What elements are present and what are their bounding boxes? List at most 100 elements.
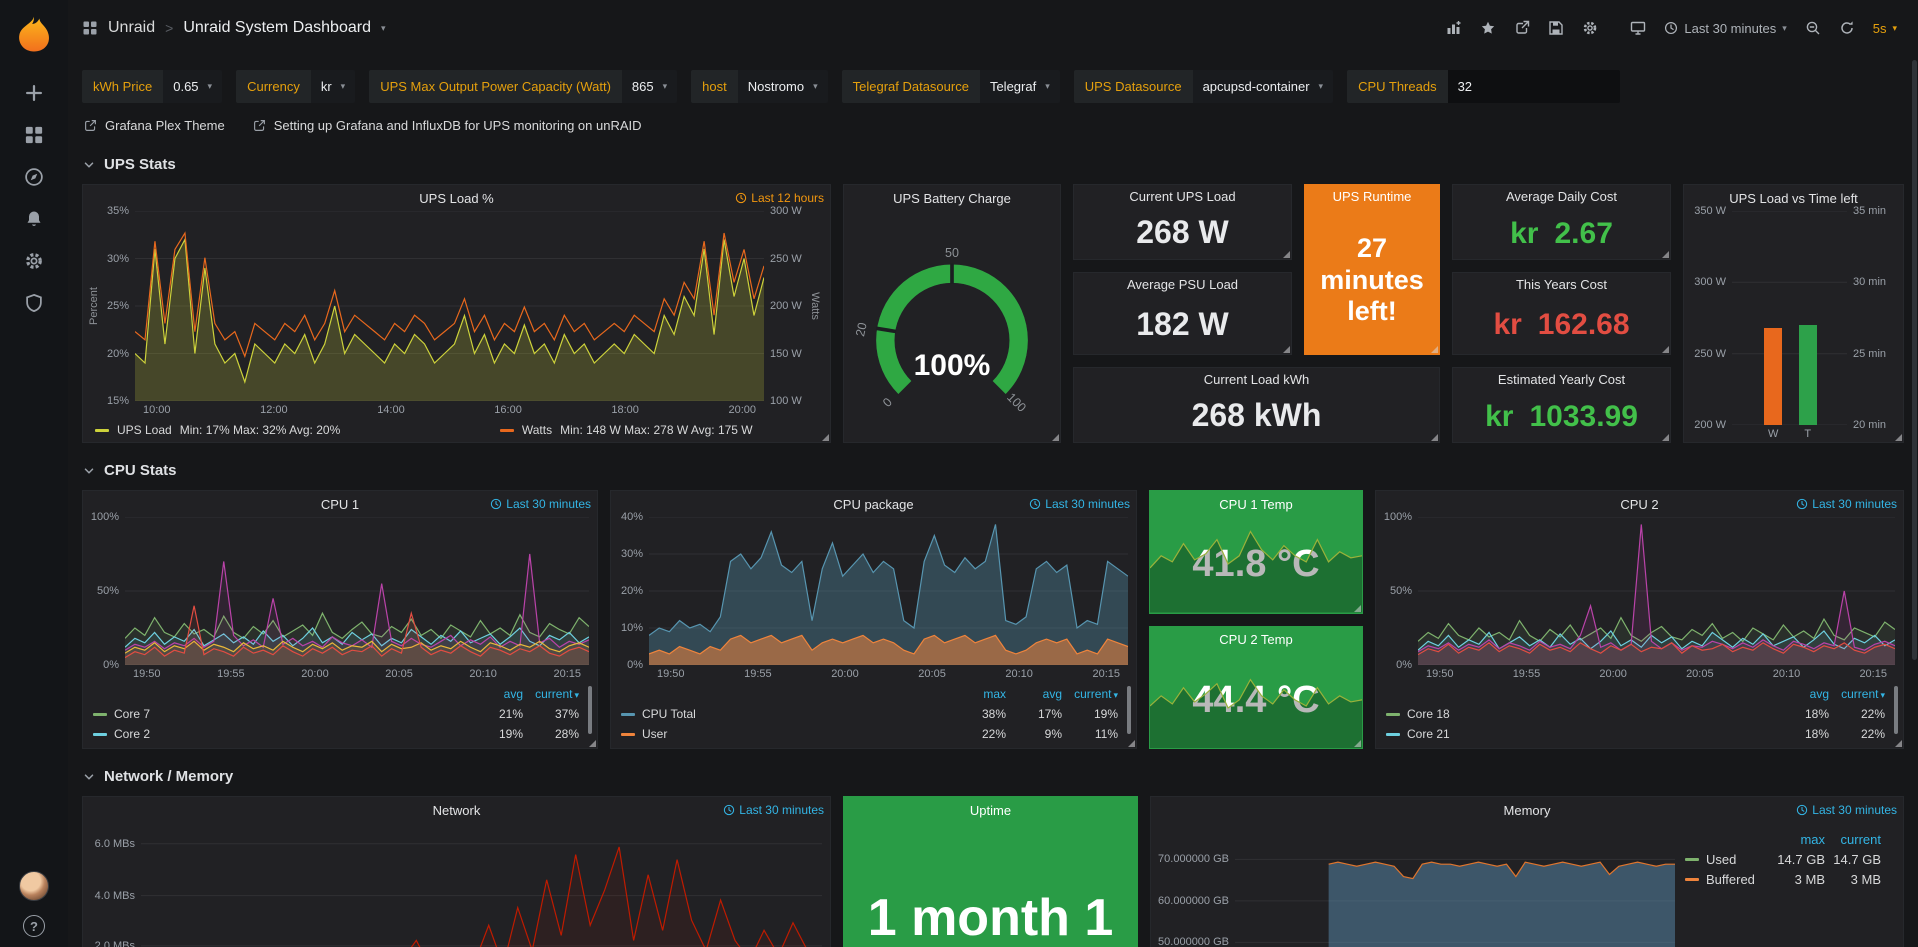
external-link-icon (84, 119, 97, 132)
sidebar-item-configuration[interactable] (8, 240, 60, 282)
sidebar-item-explore[interactable] (8, 156, 60, 198)
star-icon (1480, 20, 1496, 36)
network-memory-row: Network Last 30 minutes 6.0 MBs 4.0 MBs … (82, 796, 1904, 947)
cpu-threads-input[interactable] (1448, 70, 1620, 103)
svg-text:100: 100 (1004, 390, 1029, 411)
row-toggle-ups-stats[interactable]: UPS Stats (82, 151, 1904, 178)
dashboard-link-ups-guide[interactable]: Setting up Grafana and InfluxDB for UPS … (253, 118, 642, 133)
refresh-interval-picker[interactable]: 5s ▾ (1866, 13, 1904, 43)
dashboard-link-plex-theme[interactable]: Grafana Plex Theme (84, 118, 225, 133)
compass-icon (24, 167, 44, 187)
mark-favorite-button[interactable] (1473, 13, 1503, 43)
caret-down-icon: ▾ (1782, 24, 1787, 33)
panel-average-daily-cost: Average Daily Cost kr2.67 (1452, 184, 1671, 260)
legend-scrollbar[interactable] (588, 686, 592, 734)
panel-title[interactable]: Memory (1504, 803, 1551, 818)
add-panel-button[interactable] (1439, 13, 1469, 43)
variable-value-dropdown[interactable]: kr▾ (311, 70, 355, 103)
caret-down-icon[interactable]: ▾ (381, 24, 386, 33)
clock-icon (723, 804, 735, 816)
panel-title[interactable]: Average PSU Load (1127, 277, 1238, 292)
variable-value-dropdown[interactable]: 0.65▾ (163, 70, 222, 103)
legend-scrollbar[interactable] (1894, 686, 1898, 734)
help-icon[interactable]: ? (23, 915, 45, 937)
cpu-package-plot[interactable] (649, 517, 1128, 665)
legend-sort-current[interactable]: current▾ (1829, 687, 1885, 701)
save-icon (1548, 20, 1564, 36)
ups-bars-plot[interactable] (1732, 211, 1847, 425)
variable-label: Currency (236, 70, 311, 103)
network-plot[interactable] (141, 823, 822, 947)
panel-title[interactable]: UPS Load % (419, 191, 493, 206)
legend-sort-current[interactable]: current▾ (523, 687, 579, 701)
panel-title[interactable]: CPU 2 (1620, 497, 1658, 512)
stat-value: kr1033.99 (1453, 390, 1670, 442)
sidebar-item-create[interactable] (8, 72, 60, 114)
panel-title[interactable]: CPU package (833, 497, 913, 512)
panel-ups-load-vs-time-left: UPS Load vs Time left 350 W300 W250 W200… (1683, 184, 1904, 443)
sidebar-item-server-admin[interactable] (8, 282, 60, 324)
clock-icon (1664, 21, 1678, 35)
breadcrumb-dashboard-title[interactable]: Unraid System Dashboard (183, 19, 371, 37)
time-range-picker[interactable]: Last 30 minutes ▾ (1657, 13, 1793, 43)
row-toggle-network-memory[interactable]: Network / Memory (82, 763, 1904, 790)
legend-sort-max[interactable]: max (1769, 832, 1825, 847)
bar-time-left[interactable] (1799, 325, 1817, 425)
add-panel-icon (1446, 20, 1462, 36)
sidebar-item-dashboards[interactable] (8, 114, 60, 156)
legend-scrollbar[interactable] (1127, 686, 1131, 734)
legend-sort-avg[interactable]: avg (1006, 687, 1062, 701)
variable-value-dropdown[interactable]: Telegraf▾ (980, 70, 1060, 103)
panel-title[interactable]: UPS Runtime (1333, 189, 1412, 204)
panel-title[interactable]: UPS Load vs Time left (1729, 191, 1858, 206)
cpu-stats-row: CPU 1 Last 30 minutes 100%50%0% 19:5019:… (82, 490, 1904, 749)
legend-sort-avg[interactable]: avg (467, 687, 523, 701)
plus-icon (24, 83, 44, 103)
cpu2-plot[interactable] (1418, 517, 1895, 665)
apps-grid-icon[interactable] (82, 20, 98, 36)
user-avatar[interactable] (19, 871, 49, 901)
panel-title[interactable]: Uptime (970, 803, 1011, 818)
refresh-button[interactable] (1832, 13, 1862, 43)
legend-sort-current[interactable]: current (1825, 832, 1881, 847)
panel-title[interactable]: UPS Battery Charge (893, 191, 1011, 206)
page-scrollbar[interactable] (1912, 60, 1917, 660)
ups-stats-row: UPS Load % Last 12 hours Percent 35%30%2… (82, 184, 1904, 443)
panel-cpu1: CPU 1 Last 30 minutes 100%50%0% 19:5019:… (82, 490, 598, 749)
variable-label: UPS Datasource (1074, 70, 1193, 103)
x-axis: 19:5019:5520:0020:0520:1020:15 (125, 665, 589, 682)
legend-sort-current[interactable]: current▾ (1062, 687, 1118, 701)
ups-load-plot[interactable] (135, 211, 764, 401)
panel-title[interactable]: CPU 1 (321, 497, 359, 512)
share-dashboard-button[interactable] (1507, 13, 1537, 43)
variable-currency: Currency kr▾ (236, 70, 355, 103)
variable-value-dropdown[interactable]: apcupsd-container▾ (1193, 70, 1334, 103)
variable-value-dropdown[interactable]: 865▾ (622, 70, 677, 103)
cpu-package-chart (649, 517, 1128, 665)
cpu-temp-column: CPU 1 Temp 41.8 °C CPU 2 Temp 44.4 °C (1149, 490, 1363, 749)
variable-kwh-price: kWh Price 0.65▾ (82, 70, 222, 103)
ups-load-chart (135, 211, 764, 401)
panel-title[interactable]: Current Load kWh (1204, 372, 1310, 387)
memory-plot[interactable] (1235, 823, 1675, 947)
panel-title[interactable]: Network (433, 803, 481, 818)
grafana-logo[interactable] (11, 12, 57, 58)
save-dashboard-button[interactable] (1541, 13, 1571, 43)
row-toggle-cpu-stats[interactable]: CPU Stats (82, 457, 1904, 484)
cycle-view-mode-button[interactable] (1623, 13, 1653, 43)
panel-title[interactable]: Current UPS Load (1129, 189, 1235, 204)
memory-chart (1235, 823, 1675, 947)
bar-watts[interactable] (1764, 328, 1782, 425)
sidebar-item-alerting[interactable] (8, 198, 60, 240)
panel-title[interactable]: Average Daily Cost (1506, 189, 1617, 204)
panel-title[interactable]: This Years Cost (1516, 277, 1607, 292)
cpu1-plot[interactable] (125, 517, 589, 665)
zoom-out-button[interactable] (1798, 13, 1828, 43)
panel-title[interactable]: Estimated Yearly Cost (1498, 372, 1625, 387)
dashboard-settings-button[interactable] (1575, 13, 1605, 43)
legend-sort-max[interactable]: max (950, 687, 1006, 701)
legend: UPS Load Min: 17% Max: 32% Avg: 20% Watt… (83, 418, 830, 442)
breadcrumb-folder[interactable]: Unraid (108, 19, 155, 37)
legend-sort-avg[interactable]: avg (1773, 687, 1829, 701)
variable-value-dropdown[interactable]: Nostromo▾ (738, 70, 828, 103)
